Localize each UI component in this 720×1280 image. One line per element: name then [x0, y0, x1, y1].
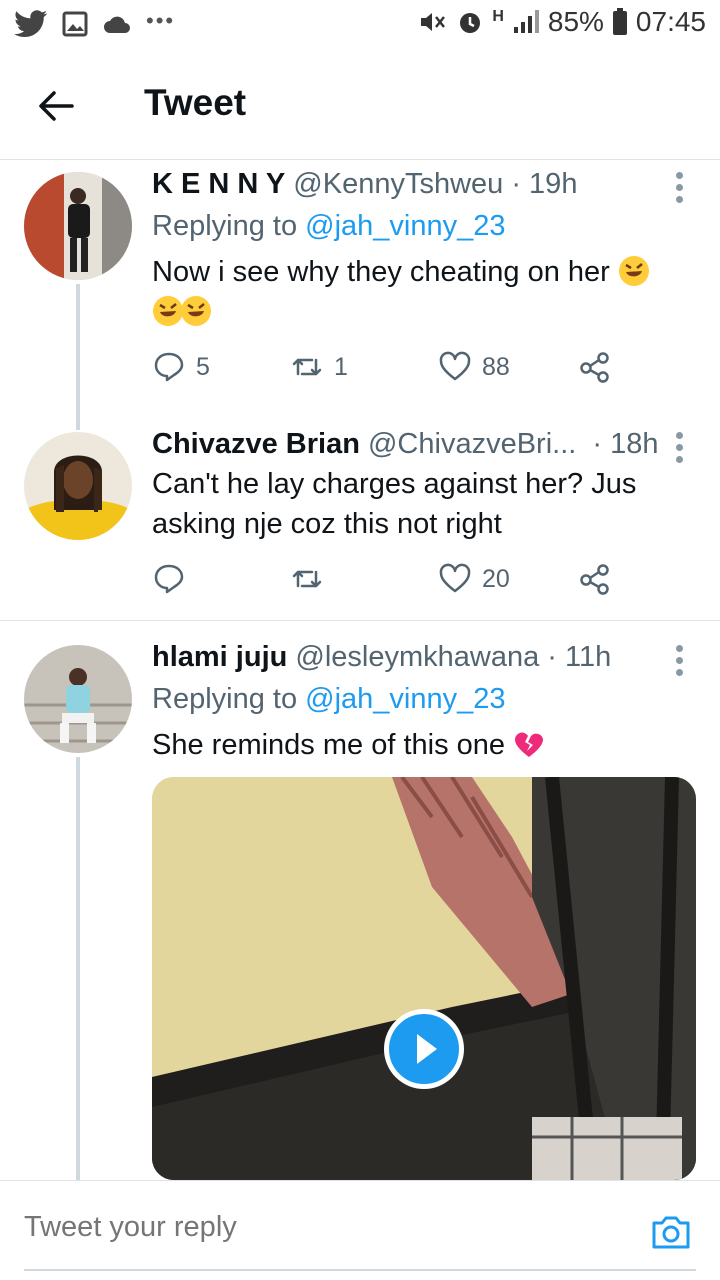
- battery-icon: [612, 8, 627, 35]
- share-icon: [580, 352, 609, 383]
- avatar[interactable]: [24, 645, 132, 753]
- thread-line: [76, 284, 80, 430]
- avatar[interactable]: [24, 172, 132, 280]
- tweet-actions: 20: [152, 562, 632, 602]
- reply-input[interactable]: [24, 1211, 584, 1244]
- video-thumbnail[interactable]: [152, 777, 696, 1180]
- reply-icon: [154, 352, 184, 382]
- retweet-button[interactable]: [290, 562, 334, 596]
- mention-link[interactable]: @jah_vinny_23: [305, 210, 505, 242]
- tweet-chivazve[interactable]: Chivazve Brian @ChivazveBri... · 18h Can…: [0, 422, 720, 620]
- reply-icon: [154, 564, 184, 594]
- tweet-text: Can't he lay charges against her? Jus as…: [152, 464, 692, 544]
- replying-to: Replying to @jah_vinny_23: [152, 683, 506, 716]
- tweet-body: She reminds me of this one: [152, 729, 506, 761]
- tweet-actions: 5 1 88: [152, 350, 632, 390]
- like-count: 88: [482, 352, 510, 381]
- tweet-time: · 18h: [592, 428, 659, 460]
- thread-line: [76, 757, 80, 1181]
- share-button[interactable]: [578, 562, 612, 596]
- signal-icon: [513, 10, 539, 33]
- top-app-bar: Tweet: [0, 50, 720, 160]
- status-bar: ••• H 85% 07:45: [0, 0, 720, 50]
- like-count: 20: [482, 564, 510, 593]
- battery-percent: 85%: [547, 6, 604, 37]
- mention-link[interactable]: @jah_vinny_23: [305, 683, 505, 715]
- tweet-header: Chivazve Brian @ChivazveBri... · 18h: [152, 428, 658, 461]
- display-name[interactable]: Chivazve Brian: [152, 428, 360, 460]
- heart-icon: [439, 563, 471, 593]
- rolling-laughing-emoji-icon: [181, 296, 211, 326]
- replying-to: Replying to @jah_vinny_23: [152, 210, 506, 243]
- play-button[interactable]: [384, 1009, 464, 1089]
- tweet-kenny[interactable]: K E N N Y @KennyTshweu · 19h Replying to…: [0, 160, 720, 430]
- rolling-laughing-emoji-icon: [618, 256, 649, 286]
- like-button[interactable]: 88: [438, 350, 510, 384]
- tweet-time: · 19h: [511, 168, 578, 200]
- like-button[interactable]: 20: [438, 562, 510, 596]
- more-notifications-icon: •••: [146, 8, 176, 33]
- retweet-button[interactable]: 1: [290, 350, 348, 384]
- reply-button[interactable]: [152, 562, 196, 596]
- tweet-header: hlami juju @lesleymkhawana · 11h: [152, 641, 611, 674]
- avatar[interactable]: [24, 432, 132, 540]
- retweet-icon: [292, 358, 322, 376]
- replying-label: Replying to: [152, 210, 298, 242]
- input-underline: [24, 1269, 696, 1271]
- alarm-icon: [460, 13, 481, 33]
- more-options-icon[interactable]: [676, 645, 684, 681]
- clock: 07:45: [635, 6, 706, 37]
- reply-count: 5: [196, 352, 210, 381]
- display-name[interactable]: K E N N Y: [152, 168, 285, 200]
- user-handle[interactable]: @ChivazveBri...: [368, 428, 576, 460]
- share-icon: [580, 564, 609, 595]
- twitter-notification-icon: [14, 10, 48, 38]
- network-type: H: [492, 8, 504, 25]
- cloud-notification-icon: [104, 16, 130, 33]
- tweet-text: She reminds me of this one: [152, 725, 692, 765]
- camera-icon[interactable]: [650, 1211, 692, 1253]
- gallery-notification-icon: [62, 11, 88, 37]
- tweet-body-line: Can't he lay charges against her? Jus: [152, 468, 637, 500]
- user-handle[interactable]: @KennyTshweu: [293, 168, 503, 200]
- video-frame: [152, 777, 696, 1180]
- mute-icon: [421, 13, 446, 31]
- tweet-time: · 11h: [547, 641, 612, 673]
- share-button[interactable]: [578, 350, 612, 384]
- reply-button[interactable]: 5: [152, 350, 210, 384]
- user-handle[interactable]: @lesleymkhawana: [295, 641, 539, 673]
- page-title: Tweet: [144, 82, 247, 123]
- more-options-icon[interactable]: [676, 432, 684, 468]
- retweet-icon: [292, 570, 322, 588]
- retweet-count: 1: [334, 352, 348, 381]
- play-icon: [417, 1034, 437, 1064]
- reply-composer: [0, 1180, 720, 1280]
- tweet-body-line: asking nje coz this not right: [152, 508, 502, 540]
- heart-icon: [439, 351, 471, 381]
- tweet-text: Now i see why they cheating on her: [152, 252, 692, 332]
- tweet-header: K E N N Y @KennyTshweu · 19h: [152, 168, 577, 201]
- display-name[interactable]: hlami juju: [152, 641, 287, 673]
- more-options-icon[interactable]: [676, 172, 684, 208]
- replying-label: Replying to: [152, 683, 298, 715]
- back-arrow-icon[interactable]: [36, 86, 76, 126]
- tweet-body: Now i see why they cheating on her: [152, 256, 610, 288]
- broken-heart-emoji-icon: [515, 732, 544, 757]
